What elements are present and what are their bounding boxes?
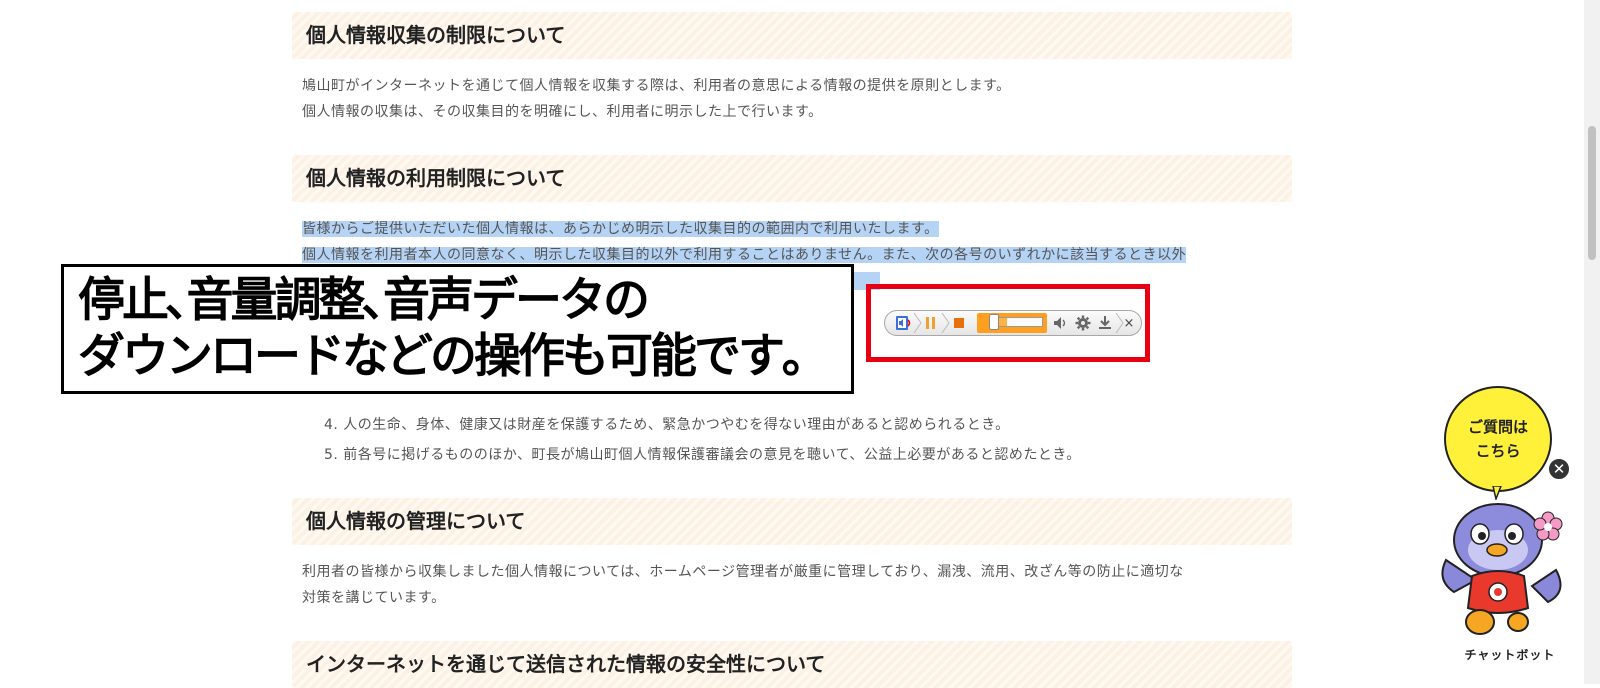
- paragraph: 利用者の皆様から収集しました個人情報については、ホームページ管理者が厳重に管理し…: [302, 564, 1184, 580]
- scrollbar-thumb[interactable]: [1588, 126, 1596, 260]
- section-heading-management: 個人情報の管理について: [292, 498, 1292, 545]
- list-item: 4. 人の生命、身体、健康又は財産を保護するため、緊急かつやむを得ない理由がある…: [324, 417, 1010, 433]
- chatbot-bubble-text: ご質問は こちら: [1467, 418, 1528, 460]
- volume-slider-handle[interactable]: [989, 314, 999, 330]
- audio-player: ×: [884, 310, 1142, 336]
- chatbot-close-icon[interactable]: ✕: [1547, 457, 1571, 481]
- paragraph-selected: 個人情報を利用者本人の同意なく、明示した収集目的以外で利用することはありません。…: [302, 246, 1187, 264]
- player-close-icon[interactable]: ×: [1121, 313, 1137, 333]
- section-heading-collection: 個人情報収集の制限について: [292, 12, 1292, 59]
- selected-text: 個人情報を利用者本人の同意なく、明示した収集目的以外で利用することはありません。…: [302, 247, 1187, 263]
- selected-text: 皆様からご提供いただいた個人情報は、あらかじめ明示した収集目的の範囲内で利用いた…: [302, 221, 939, 237]
- chatbot-label[interactable]: チャットボット: [1446, 646, 1574, 663]
- caption-line-1: 停止､音量調整､音声データの: [78, 273, 650, 328]
- list-item: 5. 前各号に掲げるもののほか、町長が鳩山町個人情報保護審議会の意見を聴いて、公…: [324, 447, 1081, 463]
- paragraph: 個人情報の収集は、その収集目的を明確にし、利用者に明示した上で行います。: [302, 104, 823, 120]
- pause-icon[interactable]: [919, 313, 943, 333]
- caption-overlay: 停止､音量調整､音声データの ダウンロードなどの操作も可能です｡: [61, 264, 854, 394]
- paragraph: 鳩山町がインターネットを通じて個人情報を収集する際は、利用者の意思による情報の提…: [302, 78, 1011, 94]
- gear-icon[interactable]: [1073, 313, 1093, 333]
- stop-icon[interactable]: [947, 313, 971, 333]
- paragraph-selected: 皆様からご提供いただいた個人情報は、あらかじめ明示した収集目的の範囲内で利用いた…: [302, 220, 939, 238]
- bubble-tail-icon: [1492, 486, 1502, 500]
- volume-fill: [998, 318, 1007, 326]
- download-icon[interactable]: [1095, 313, 1115, 333]
- speaker-icon[interactable]: [893, 313, 915, 333]
- caption-line-2: ダウンロードなどの操作も可能です｡: [78, 329, 806, 384]
- volume-slider[interactable]: [997, 317, 1043, 327]
- section-heading-security: インターネットを通じて送信された情報の安全性について: [292, 641, 1292, 688]
- chatbot-bubble[interactable]: ご質問は こちら: [1444, 386, 1552, 492]
- paragraph: 対策を講じています。: [302, 590, 446, 606]
- page-scrollbar[interactable]: [1584, 0, 1600, 684]
- chatbot-mascot-icon[interactable]: [1436, 500, 1566, 650]
- mute-icon[interactable]: [1051, 313, 1071, 333]
- section-heading-usage: 個人情報の利用制限について: [292, 155, 1292, 202]
